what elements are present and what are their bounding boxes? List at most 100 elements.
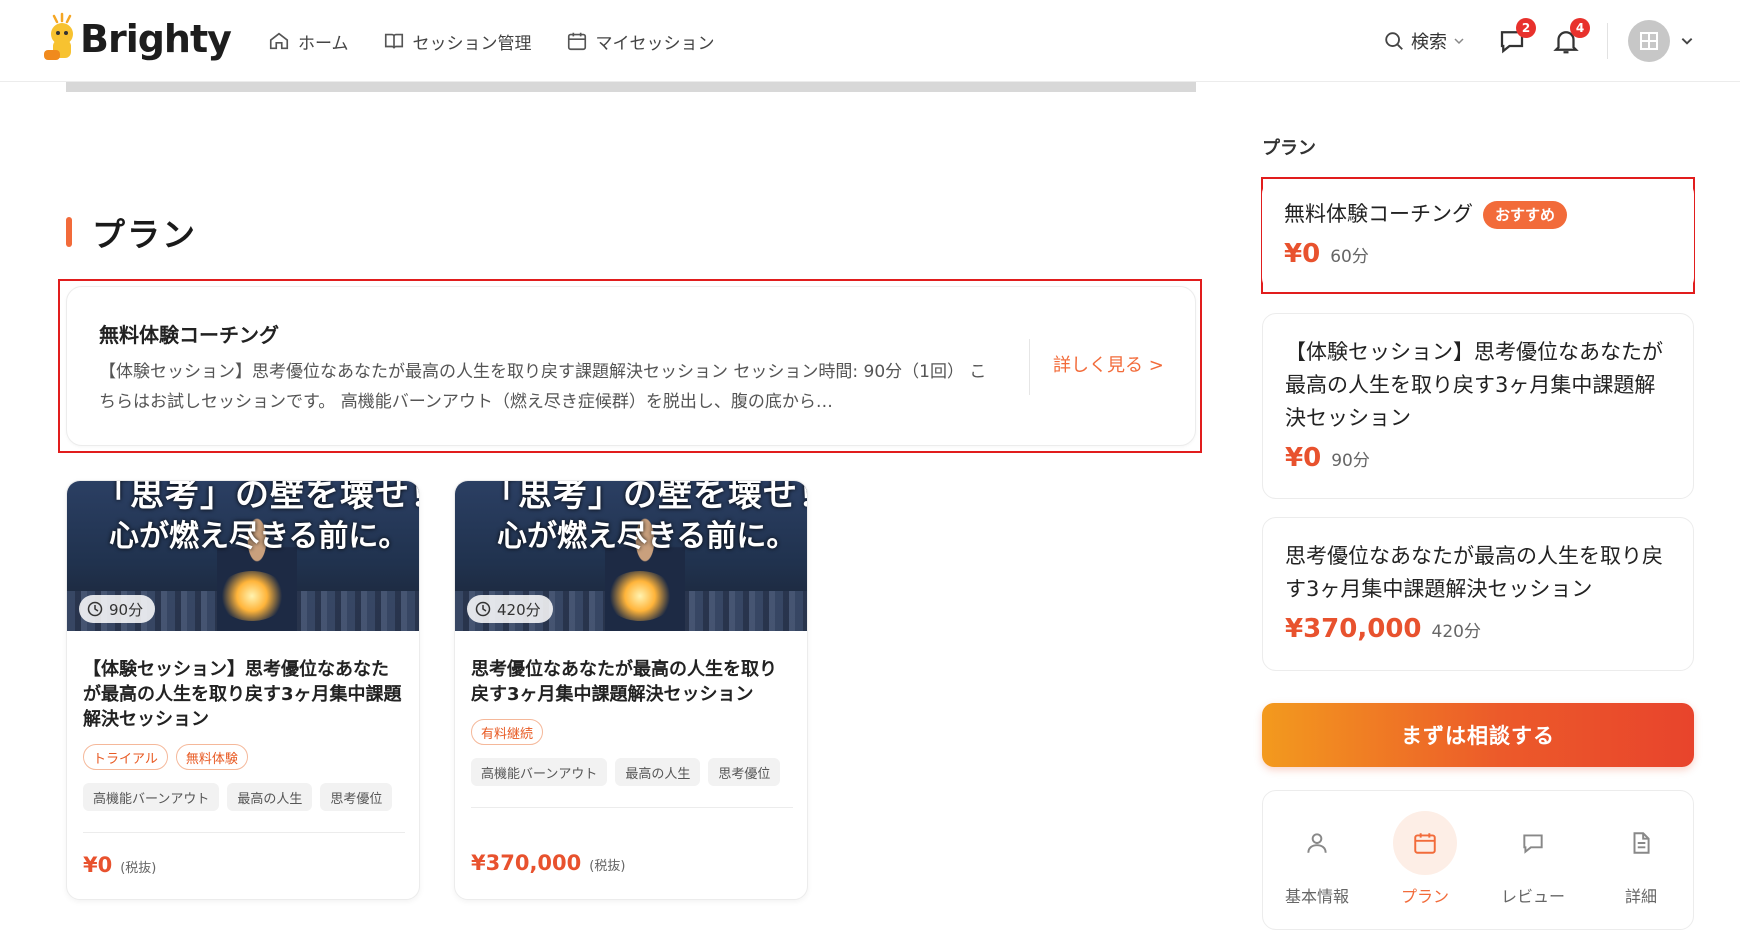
- book-icon: [384, 33, 403, 49]
- sidebar-plan-free-trial[interactable]: 無料体験コーチング おすすめ ¥0 60分: [1262, 180, 1694, 292]
- session-title: 【体験セッション】思考優位なあなたが最高の人生を取り戻す3ヶ月集中課題解決セッシ…: [83, 659, 402, 730]
- nav-home[interactable]: ホーム: [268, 26, 349, 56]
- session-thumbnail: 「思考」の壁を壊せ！ 心が燃え尽きる前に。 90分: [67, 481, 419, 631]
- home-icon: [269, 32, 289, 50]
- tab-label: 基本情報: [1284, 887, 1349, 906]
- person-icon: [1307, 833, 1327, 853]
- price-tax-note: (税抜): [589, 859, 626, 874]
- session-price: ¥370,000 (税抜): [471, 851, 625, 875]
- price-value: ¥370,000: [471, 851, 582, 875]
- nav-my-session[interactable]: マイセッション: [566, 26, 715, 56]
- tag: 思考優位: [708, 758, 781, 786]
- main-nav: ホーム セッション管理 マイセッション: [268, 26, 715, 56]
- sidebar-plan-title: 【体験セッション】思考優位なあなたが最高の人生を取り戻す3ヶ月集中課題解決セッシ…: [1285, 340, 1663, 430]
- sidebar-plan-price: ¥0 90分: [1285, 443, 1671, 473]
- duration-pill: 420分: [467, 595, 553, 623]
- tag: 高機能バーンアウト: [471, 758, 608, 786]
- duration-pill: 90分: [79, 595, 156, 623]
- tab-icon-wrap: [1609, 811, 1673, 875]
- tab-label: レビュー: [1500, 887, 1565, 906]
- section-accent-bar: [66, 217, 72, 247]
- tag: トライアル: [83, 744, 168, 770]
- thumbnail-subheadline: 心が燃え尽きる前に。: [109, 519, 409, 554]
- duration-text: 420分: [1431, 622, 1481, 642]
- messages-button[interactable]: 2: [1497, 18, 1536, 56]
- price-value: ¥0: [1284, 239, 1321, 269]
- see-details-link[interactable]: 詳しく見る >: [1053, 351, 1164, 377]
- tag: 最高の人生: [615, 758, 701, 786]
- clock-icon: [87, 601, 103, 617]
- messages-badge: 2: [1516, 18, 1536, 38]
- plan-card-divider: [1029, 339, 1030, 395]
- consult-button[interactable]: まずは相談する: [1262, 703, 1694, 767]
- clock-icon: [475, 601, 491, 617]
- sidebar-plan-price: ¥0 60分: [1284, 239, 1672, 269]
- search-label: 検索: [1411, 32, 1447, 53]
- tab-label: プラン: [1400, 887, 1449, 906]
- duration-text: 60分: [1330, 247, 1369, 267]
- tab-details[interactable]: 詳細: [1591, 811, 1691, 907]
- plan-card-title: 無料体験コーチング: [99, 323, 279, 347]
- tag: 高機能バーンアウト: [83, 783, 220, 811]
- session-card[interactable]: 「思考」の壁を壊せ！ 心が燃え尽きる前に。 420分 思考優位なあなたが最高の人…: [454, 480, 808, 900]
- plan-card[interactable]: 無料体験コーチング 【体験セッション】思考優位なあなたが最高の人生を取り戻す課題…: [66, 286, 1196, 446]
- chevron-down-icon: [1454, 38, 1464, 45]
- price-tax-note: (税抜): [120, 861, 157, 876]
- sidebar-plan-title: 思考優位なあなたが最高の人生を取り戻す3ヶ月集中課題解決セッション: [1285, 544, 1663, 601]
- price-value: ¥370,000: [1285, 614, 1422, 644]
- logo-mascot-icon: [44, 12, 80, 66]
- duration-text: 90分: [109, 600, 144, 619]
- content-top-bar: [66, 82, 1196, 92]
- grid-icon: [1640, 32, 1658, 50]
- tab-icon-wrap: [1501, 811, 1565, 875]
- header-tools: 検索 2 4: [1383, 18, 1694, 62]
- nav-my-session-label: マイセッション: [595, 33, 715, 54]
- thumbnail-glow: [605, 571, 675, 621]
- tab-icon-wrap: [1285, 811, 1349, 875]
- section-heading: プラン: [92, 215, 197, 254]
- recommended-badge: おすすめ: [1483, 201, 1568, 229]
- tab-review[interactable]: レビュー: [1483, 811, 1583, 907]
- duration-text: 90分: [1331, 451, 1370, 471]
- tag: 思考優位: [320, 783, 393, 811]
- thumbnail-subheadline: 心が燃え尽きる前に。: [497, 519, 797, 554]
- session-card[interactable]: 「思考」の壁を壊せ！ 心が燃え尽きる前に。 90分 【体験セッション】思考優位な…: [66, 480, 420, 900]
- sidebar-plan-title-text: 無料体験コーチング: [1284, 202, 1473, 226]
- price-value: ¥0: [83, 853, 113, 877]
- price-value: ¥0: [1285, 443, 1322, 473]
- search-icon: [1385, 32, 1403, 50]
- nav-session-management-label: セッション管理: [412, 33, 532, 54]
- account-chevron-down-icon[interactable]: [1680, 34, 1694, 48]
- nav-home-label: ホーム: [298, 33, 349, 54]
- session-title: 思考優位なあなたが最高の人生を取り戻す3ヶ月集中課題解決セッション: [471, 659, 777, 705]
- sidebar-plan-3month-session[interactable]: 思考優位なあなたが最高の人生を取り戻す3ヶ月集中課題解決セッション ¥370,0…: [1262, 517, 1694, 671]
- sidebar-plan-price: ¥370,000 420分: [1285, 614, 1671, 644]
- thumbnail-glow: [217, 571, 287, 621]
- sidebar-heading: プラン: [1262, 138, 1316, 159]
- document-icon: [1633, 832, 1650, 854]
- notifications-button[interactable]: 4: [1551, 18, 1590, 56]
- session-thumbnail: 「思考」の壁を壊せ！ 心が燃え尽きる前に。 420分: [455, 481, 807, 631]
- plan-card-description: 【体験セッション】思考優位なあなたが最高の人生を取り戻す課題解決セッション セッ…: [99, 362, 987, 412]
- top-header: Brighty ホーム セッション管理 マイセッション 検索 2 4: [0, 0, 1740, 82]
- tag: 最高の人生: [227, 783, 313, 811]
- profile-tab-bar: 基本情報 プラン レビュー 詳細: [1262, 790, 1694, 930]
- grey-tag-row: 高機能バーンアウト 最高の人生 思考優位: [471, 758, 781, 786]
- avatar[interactable]: [1628, 20, 1670, 62]
- logo-text: Brighty: [80, 17, 232, 61]
- header-divider: [1607, 23, 1608, 59]
- duration-text: 420分: [497, 600, 541, 619]
- tag: 有料継続: [471, 719, 544, 745]
- nav-session-management[interactable]: セッション管理: [383, 26, 532, 56]
- orange-tag-row: 有料継続: [471, 719, 544, 745]
- tab-icon-wrap: [1393, 811, 1457, 875]
- sidebar-plan-trial-session[interactable]: 【体験セッション】思考優位なあなたが最高の人生を取り戻す3ヶ月集中課題解決セッシ…: [1262, 313, 1694, 499]
- brand-logo[interactable]: Brighty: [44, 12, 232, 66]
- plan-section-title: プラン: [66, 208, 197, 256]
- search-button[interactable]: 検索: [1383, 28, 1465, 54]
- tab-label: 詳細: [1624, 887, 1657, 906]
- notifications-badge: 4: [1570, 18, 1590, 38]
- tab-basic-info[interactable]: 基本情報: [1267, 811, 1367, 907]
- tab-plan[interactable]: プラン: [1375, 811, 1475, 907]
- session-price: ¥0 (税抜): [83, 853, 156, 877]
